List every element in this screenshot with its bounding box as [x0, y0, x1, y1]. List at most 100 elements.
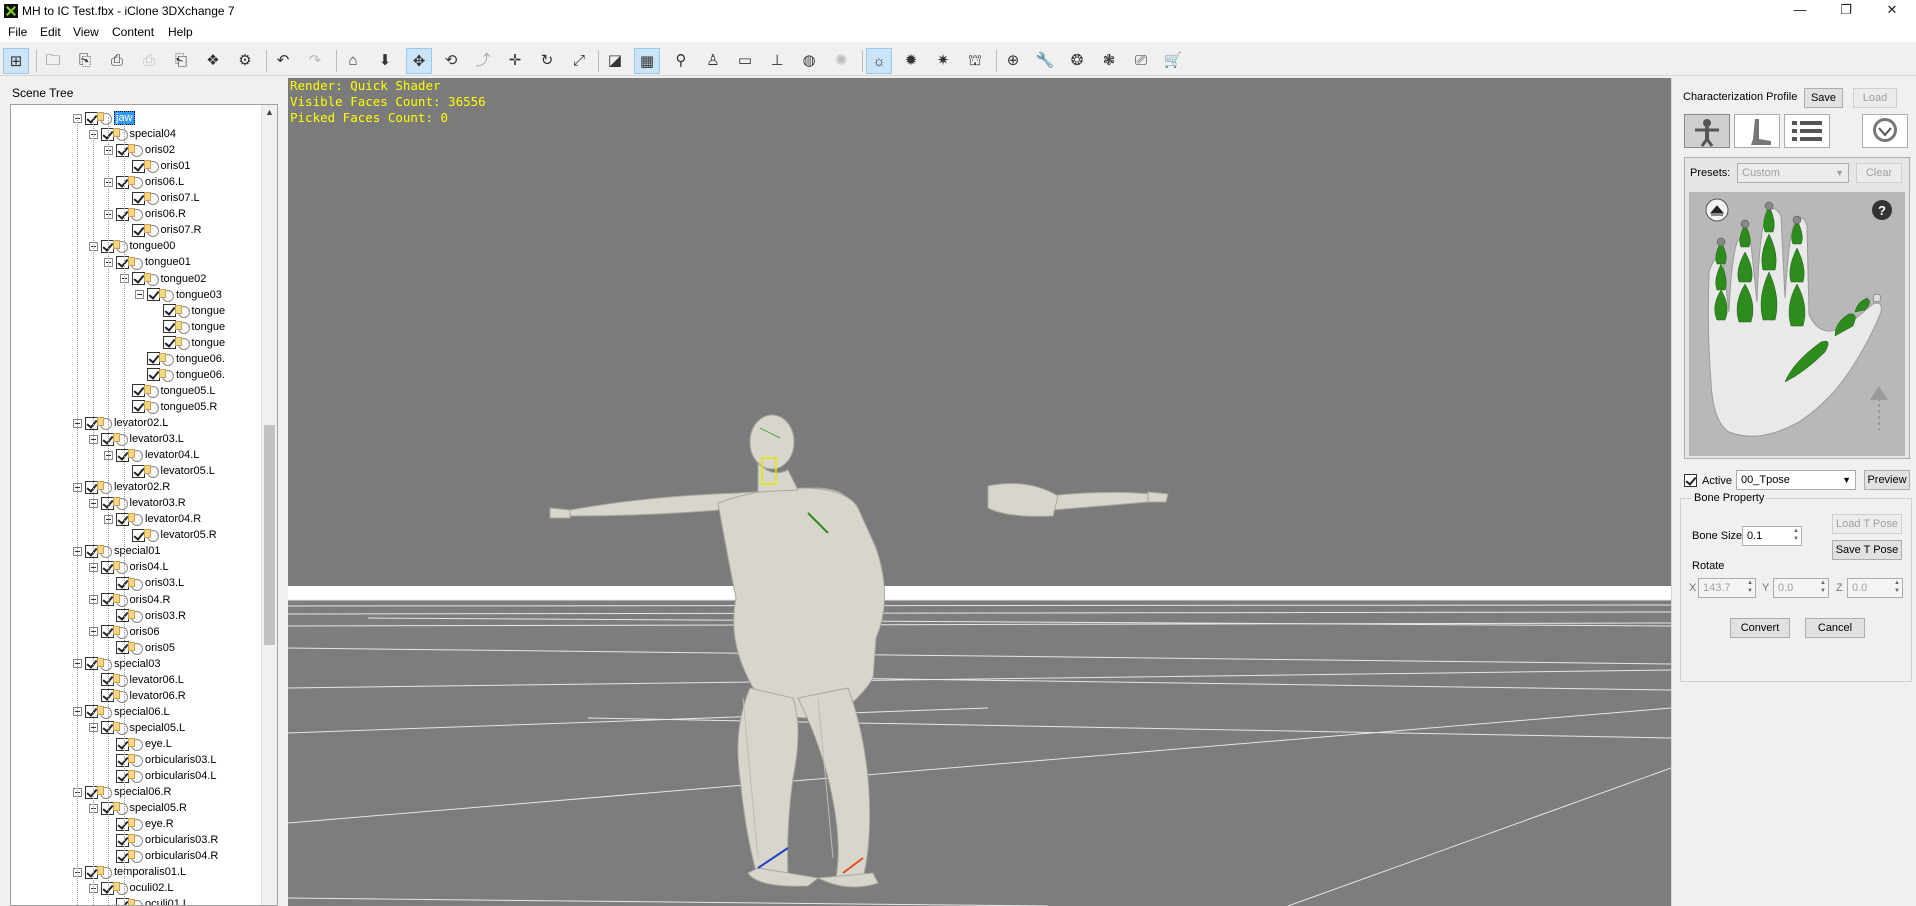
snap-icon[interactable]: ✺	[828, 48, 854, 74]
tree-node[interactable]: tongue03	[135, 288, 222, 304]
preview-button[interactable]: Preview	[1864, 470, 1910, 490]
tree-node[interactable]: tongue01	[104, 255, 191, 271]
tree-node[interactable]: levator04.L	[104, 448, 199, 464]
tree-node[interactable]: tongue00	[88, 239, 175, 255]
batch-icon[interactable]: ❖	[200, 48, 226, 74]
presets-dropdown[interactable]: Custom ▼	[1737, 163, 1849, 183]
export-disabled-icon[interactable]: ⎙	[136, 48, 162, 74]
tree-node[interactable]: jaw	[73, 111, 135, 127]
museum-icon[interactable]: ⛫	[962, 48, 988, 74]
pose-dropdown[interactable]: 00_Tpose ▼	[1736, 470, 1856, 490]
rotate-y-input[interactable]: 0.0 ▲ ▼	[1773, 578, 1829, 598]
tree-node[interactable]: oris01	[120, 159, 190, 175]
tree-node[interactable]: orbicularis03.L	[104, 753, 217, 769]
tree-node[interactable]: eye.L	[104, 737, 172, 753]
tree-node[interactable]: tongue05.R	[120, 400, 217, 416]
tree-node[interactable]: levator03.R	[88, 496, 186, 512]
profile-load-button[interactable]: Load	[1853, 88, 1897, 108]
tree-node[interactable]: oris03.R	[104, 609, 186, 625]
light-icon[interactable]: ☼	[866, 48, 892, 74]
tree-node[interactable]: levator02.R	[73, 480, 170, 496]
cancel-button[interactable]: Cancel	[1805, 618, 1865, 638]
close-button[interactable]: ✕	[1869, 0, 1915, 22]
tree-node[interactable]: oris02	[104, 143, 175, 159]
world-icon[interactable]: ⊕	[1000, 48, 1026, 74]
face-mode-button[interactable]	[1862, 114, 1908, 148]
export-clip-icon[interactable]: ⎚	[1128, 48, 1154, 74]
tree-node[interactable]: levator02.L	[73, 416, 168, 432]
tree-node[interactable]: tongue05.L	[120, 384, 216, 400]
tree-node[interactable]: special01	[73, 544, 160, 560]
tree-node[interactable]: tongue	[151, 304, 225, 320]
tree-node[interactable]: oris03.L	[104, 576, 184, 592]
tree-node[interactable]: oris06.L	[104, 175, 184, 191]
tree-node[interactable]: tongue02	[119, 272, 206, 288]
minimize-button[interactable]: —	[1777, 0, 1823, 22]
orbit-icon[interactable]: ↻	[534, 48, 560, 74]
pan-icon[interactable]: ✛	[502, 48, 528, 74]
fit-icon[interactable]: ⤢	[566, 48, 592, 74]
menu-help[interactable]: Help	[168, 25, 193, 39]
spin-arrows-icon[interactable]: ▲ ▼	[1793, 527, 1799, 543]
rotate-z-input[interactable]: 0.0 ▲ ▼	[1847, 578, 1903, 598]
globe-icon[interactable]: ◍	[796, 48, 822, 74]
scene-tree-icon[interactable]: ⊞	[3, 48, 29, 74]
spin-arrows-icon[interactable]: ▲ ▼	[1820, 579, 1826, 595]
tree-node[interactable]: orbicularis04.L	[104, 769, 217, 785]
tree-node[interactable]: levator05.L	[120, 464, 215, 480]
tree-node[interactable]: oris07.R	[120, 223, 201, 239]
spin-arrows-icon[interactable]: ▲ ▼	[1747, 579, 1753, 595]
tree-node[interactable]: tongue	[151, 336, 225, 352]
tree-node[interactable]: special03	[73, 657, 160, 673]
drop-icon[interactable]: ⬇	[372, 48, 398, 74]
floor-icon[interactable]: ⊥	[764, 48, 790, 74]
tree-node[interactable]: tongue06.	[135, 368, 225, 384]
tree-node[interactable]: temporalis01.L	[73, 865, 186, 881]
tree-node[interactable]: oculi01.L	[104, 897, 189, 905]
spin-arrows-icon[interactable]: ▲ ▼	[1894, 579, 1900, 595]
scroll-up-icon[interactable]: ▲	[265, 107, 274, 117]
grid-icon[interactable]: ▦	[634, 48, 660, 74]
bone-size-input[interactable]: 0.1 ▲ ▼	[1742, 526, 1802, 546]
profile-save-button[interactable]: Save	[1804, 88, 1843, 108]
load-tpose-button[interactable]: Load T Pose	[1832, 514, 1902, 534]
3d-viewport[interactable]: Render: Quick Shader Visible Faces Count…	[288, 78, 1671, 906]
hand-diagram[interactable]: ?	[1689, 192, 1905, 456]
cart-icon[interactable]: 🛒	[1160, 48, 1186, 74]
menu-view[interactable]: View	[73, 25, 99, 39]
presets-clear-button[interactable]: Clear	[1856, 163, 1902, 183]
tree-node[interactable]: tongue	[151, 320, 225, 336]
menu-content[interactable]: Content	[112, 25, 154, 39]
foot-mode-button[interactable]	[1734, 114, 1780, 148]
pose-icon[interactable]: ❃	[1096, 48, 1122, 74]
convert-button[interactable]: Convert	[1730, 618, 1790, 638]
export-fbx-icon[interactable]: ⎙	[104, 48, 130, 74]
menu-file[interactable]: File	[8, 25, 27, 39]
open-folder-icon[interactable]: 🗀	[40, 48, 66, 74]
scroll-thumb[interactable]	[264, 425, 275, 645]
export-icon[interactable]: ⎗	[168, 48, 194, 74]
tree-node[interactable]: levator06.L	[89, 673, 184, 689]
tree-node[interactable]: special05.R	[88, 801, 187, 817]
tree-node[interactable]: tongue06.	[135, 352, 225, 368]
spotlight-icon[interactable]: ✹	[898, 48, 924, 74]
convert-icon[interactable]: ⚙	[232, 48, 258, 74]
tree-node[interactable]: oris05	[104, 641, 175, 657]
maximize-button[interactable]: ❐	[1823, 0, 1869, 22]
active-checkbox[interactable]	[1684, 474, 1697, 487]
wireframe-icon[interactable]: ◪	[602, 48, 628, 74]
tree-node[interactable]: oculi02.L	[88, 881, 174, 897]
bone-icon[interactable]: ⚲	[668, 48, 694, 74]
tree-node[interactable]: oris07.L	[120, 191, 200, 207]
tree-node[interactable]: oris04.L	[88, 560, 169, 576]
tree-node[interactable]: special04	[88, 127, 176, 143]
wrench-icon[interactable]: 🔧	[1032, 48, 1058, 74]
morph-icon[interactable]: ❂	[1064, 48, 1090, 74]
rotate-x-input[interactable]: 143.7 ▲ ▼	[1698, 578, 1756, 598]
home-icon[interactable]: ⌂	[340, 48, 366, 74]
tree-node[interactable]: special06.R	[73, 785, 171, 801]
scene-tree-view[interactable]: jaw special04 oris02 oris01 oris06.L oris07.L…	[10, 104, 278, 906]
tree-node[interactable]: levator06.R	[89, 689, 186, 705]
tree-scrollbar[interactable]: ▲	[261, 105, 277, 905]
import-icon[interactable]: ⎘	[72, 48, 98, 74]
